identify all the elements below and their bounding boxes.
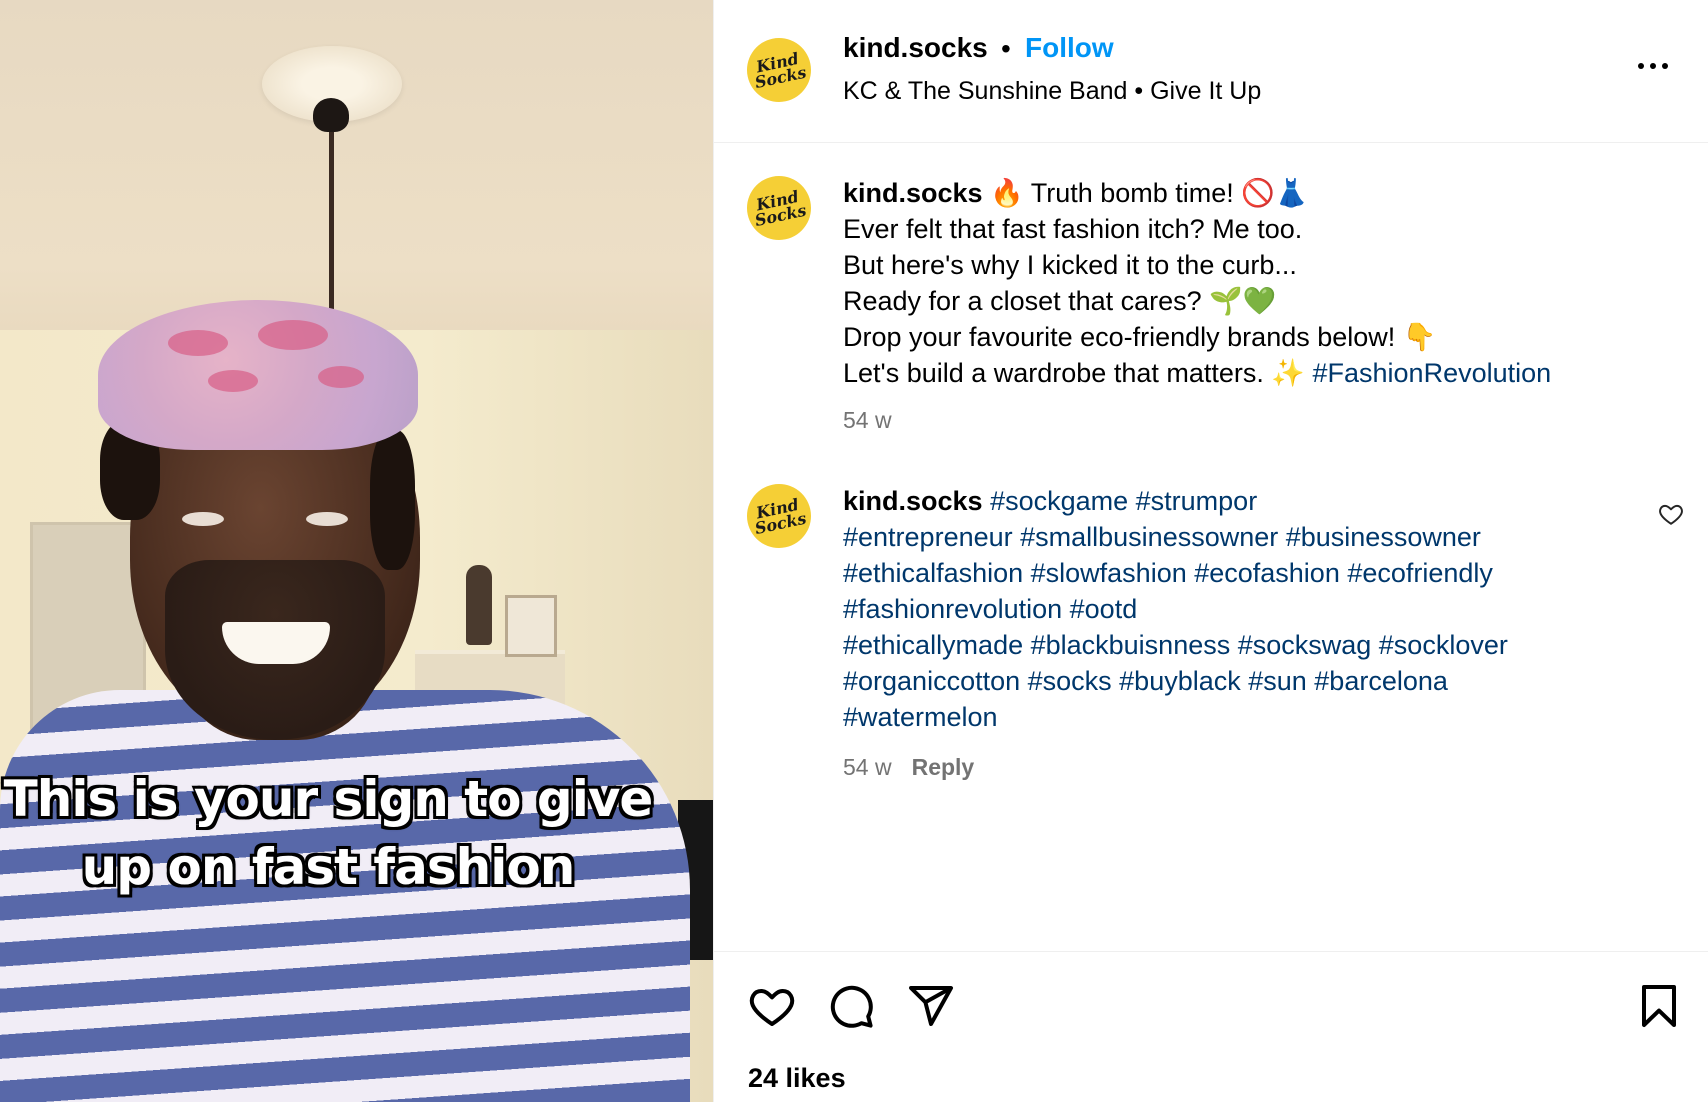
action-bar: 24 likes	[714, 951, 1708, 1103]
comment-username[interactable]: kind.socks	[843, 486, 983, 516]
heart-icon[interactable]	[748, 982, 796, 1030]
header-separator: •	[1001, 33, 1011, 64]
caption-avatar[interactable]: Kind Socks	[741, 170, 817, 246]
caption-line-3: But here's why I kicked it to the curb..…	[843, 250, 1297, 280]
comment-tags-2[interactable]: #entrepreneur #smallbusinessowner #busin…	[843, 519, 1663, 555]
person-cap	[98, 300, 418, 450]
follow-button[interactable]: Follow	[1025, 32, 1114, 64]
comment-tags-7[interactable]: #watermelon	[843, 699, 1663, 735]
background-photo-frame	[505, 595, 557, 657]
comment-like-heart-icon[interactable]	[1658, 501, 1684, 527]
comment-tags-3[interactable]: #ethicalfashion #slowfashion #ecofashion…	[843, 555, 1663, 591]
person-hair-right	[370, 430, 415, 570]
caption-line-5: Drop your favourite eco-friendly brands …	[843, 322, 1437, 352]
comment-tags-1[interactable]: #sockgame #strumpor	[990, 486, 1257, 516]
person-eye-left	[182, 512, 224, 526]
caption-timestamp[interactable]: 54 w	[843, 407, 892, 434]
comment-body: kind.socks #sockgame #strumpor #entrepre…	[843, 483, 1663, 735]
caption-line-2: Ever felt that fast fashion itch? Me too…	[843, 214, 1303, 244]
caption-line-6-text: Let's build a wardrobe that matters. ✨	[843, 358, 1313, 388]
comment-tags-5[interactable]: #ethicallymade #blackbuisnness #sockswag…	[843, 627, 1663, 663]
share-icon[interactable]	[907, 982, 955, 1030]
lamp-cord	[329, 112, 334, 317]
caption-line-1: kind.socks 🔥 Truth bomb time! 🚫👗	[843, 175, 1663, 211]
comment-avatar[interactable]: Kind Socks	[741, 478, 817, 554]
caption-line-1-text: 🔥 Truth bomb time! 🚫👗	[990, 178, 1309, 208]
video-caption: This is your sign to give up on fast fas…	[0, 765, 656, 901]
post-header: Kind Socks kind.socks • Follow KC & The …	[714, 0, 1708, 143]
video-caption-line-2: up on fast fashion	[81, 838, 576, 896]
reply-button[interactable]: Reply	[912, 754, 975, 780]
music-link[interactable]: KC & The Sunshine Band • Give It Up	[843, 77, 1261, 106]
post-video[interactable]: This is your sign to give up on fast fas…	[0, 0, 713, 1102]
post-caption: kind.socks 🔥 Truth bomb time! 🚫👗 Ever fe…	[843, 175, 1663, 391]
comment-tags-6[interactable]: #organiccotton #socks #buyblack #sun #ba…	[843, 663, 1663, 699]
person-eye-right	[306, 512, 348, 526]
comment-line-1: kind.socks #sockgame #strumpor	[843, 483, 1663, 519]
comment-icon[interactable]	[827, 982, 875, 1030]
avatar[interactable]: Kind Socks	[741, 32, 817, 108]
comment-timestamp[interactable]: 54 w	[843, 754, 892, 780]
caption-line-6: Let's build a wardrobe that matters. ✨ #…	[843, 355, 1663, 391]
background-lamp	[466, 565, 492, 645]
comment-tags-4[interactable]: #fashionrevolution #ootd	[843, 591, 1663, 627]
caption-username[interactable]: kind.socks	[843, 178, 983, 208]
post-sidebar: Kind Socks kind.socks • Follow KC & The …	[713, 0, 1708, 1102]
likes-count[interactable]: 24 likes	[748, 1063, 846, 1094]
video-caption-line-1: This is your sign to give	[3, 770, 654, 828]
comment-meta: 54 w Reply	[843, 754, 974, 781]
more-options-icon[interactable]	[1638, 56, 1678, 76]
bookmark-icon[interactable]	[1635, 982, 1683, 1030]
header-username[interactable]: kind.socks	[843, 32, 988, 64]
hashtag-link[interactable]: #FashionRevolution	[1313, 358, 1552, 388]
caption-line-4: Ready for a closet that cares? 🌱💚	[843, 286, 1277, 316]
lamp-holder	[313, 98, 349, 132]
